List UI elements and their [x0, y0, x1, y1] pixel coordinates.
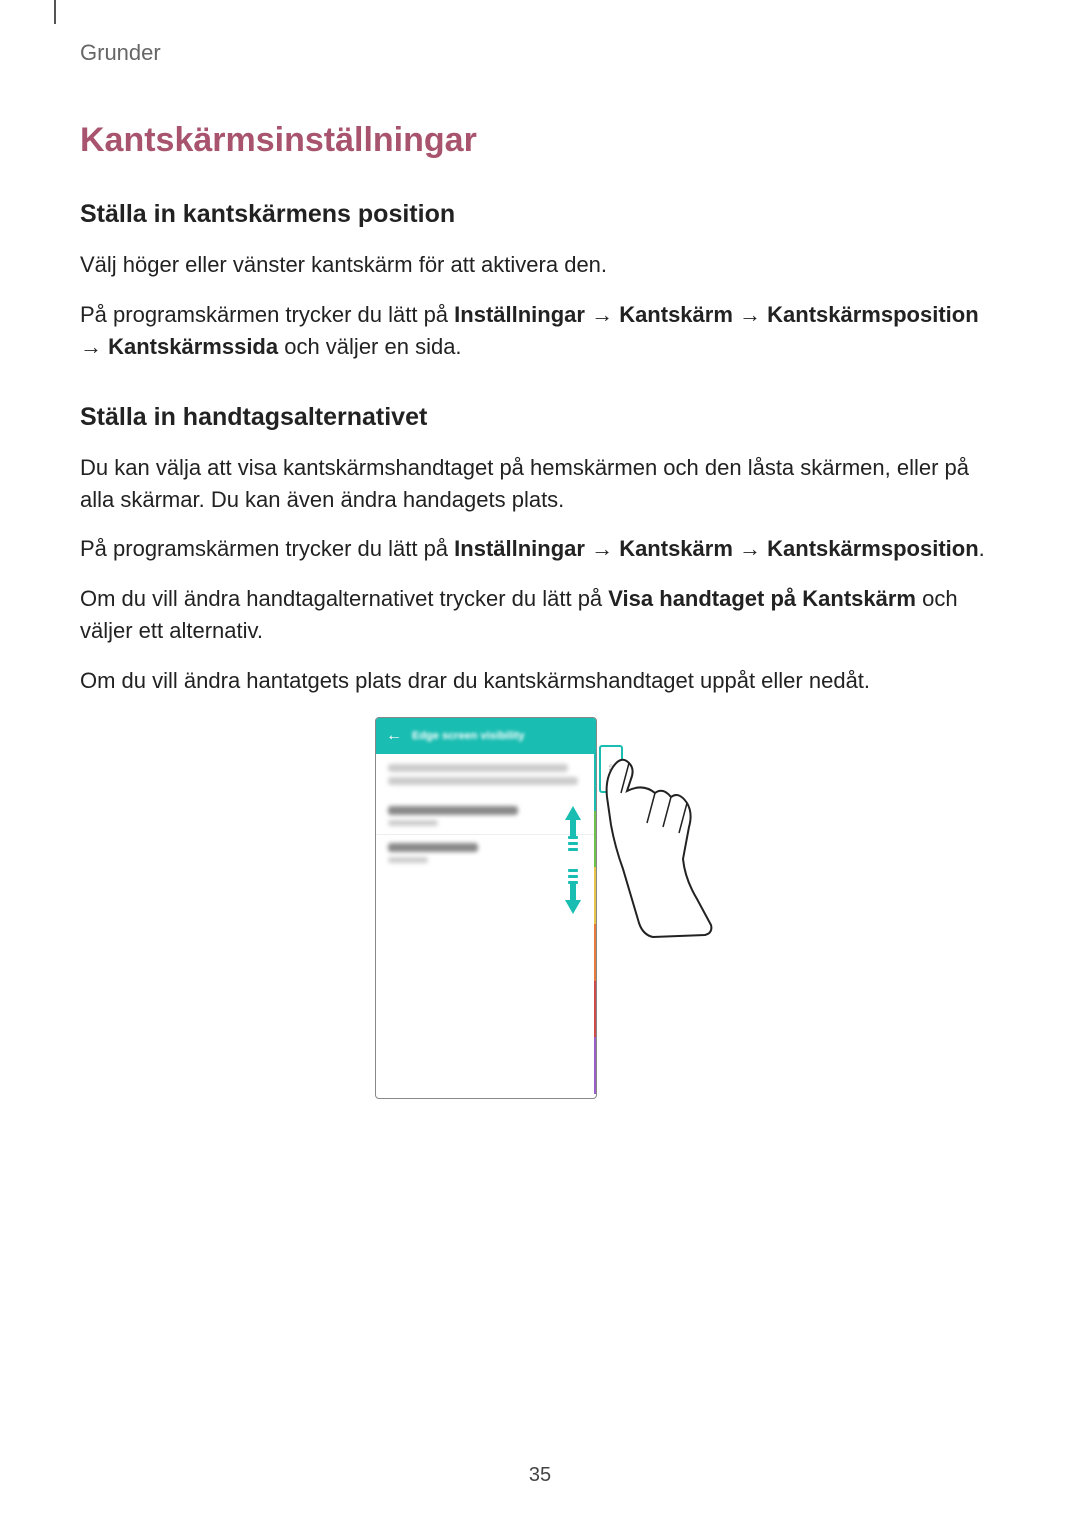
bold-kantskärmsposition: Kantskärmsposition [767, 302, 979, 327]
phone-illustration: ← Edge screen visibility [375, 717, 597, 1099]
bold-kantskärmsposition-2: Kantskärmsposition [767, 536, 979, 561]
bold-inställningar: Inställningar [454, 302, 585, 327]
figure: ← Edge screen visibility [375, 717, 705, 1117]
arrow-3: → [80, 334, 108, 359]
bold-kantskärm: Kantskärm [619, 302, 733, 327]
section1-p2: På programskärmen trycker du lätt på Ins… [80, 299, 1000, 363]
phone-header: ← Edge screen visibility [376, 718, 596, 754]
section1-heading: Ställa in kantskärmens position [80, 200, 1000, 229]
arrow-stem [570, 820, 576, 836]
section2-p1: Du kan välja att visa kantskärmshandtage… [80, 452, 1000, 516]
back-arrow-icon: ← [386, 727, 402, 745]
section2-heading: Ställa in handtagsalternativet [80, 403, 1000, 432]
page-number: 35 [0, 1464, 1080, 1487]
blurred-text-line [388, 857, 428, 863]
bold-kantskärm-2: Kantskärm [619, 536, 733, 561]
bold-visa-handtaget: Visa handtaget på Kantskärm [608, 586, 916, 611]
figure-container: ← Edge screen visibility [80, 717, 1000, 1122]
arrow-4: → [585, 536, 619, 561]
text-fragment: På programskärmen trycker du lätt på [80, 536, 454, 561]
phone-body [376, 754, 596, 878]
drag-grip [564, 869, 582, 884]
blurred-text-line [388, 806, 518, 815]
drag-indicator [564, 806, 582, 916]
text-fragment: . [979, 536, 985, 561]
arrow-stem [570, 884, 576, 900]
blurred-text-line [388, 820, 438, 826]
phone-header-title: Edge screen visibility [412, 730, 525, 742]
text-fragment: På programskärmen trycker du lätt på [80, 302, 454, 327]
text-fragment: Om du vill ändra handtagalternativet try… [80, 586, 608, 611]
section2-p3: Om du vill ändra handtagalternativet try… [80, 583, 1000, 647]
bold-inställningar-2: Inställningar [454, 536, 585, 561]
page-content: Grunder Kantskärmsinställningar Ställa i… [0, 0, 1080, 1122]
page-tab-mark [54, 0, 56, 24]
arrow-up-icon [565, 806, 581, 820]
section1-p1: Välj höger eller vänster kantskärm för a… [80, 249, 1000, 281]
drag-grip [564, 836, 582, 851]
text-fragment: och väljer en sida. [278, 334, 461, 359]
hand-icon [593, 749, 723, 939]
arrow-5: → [733, 536, 767, 561]
bold-kantskärmssida: Kantskärmssida [108, 334, 278, 359]
page-title: Kantskärmsinställningar [80, 121, 1000, 160]
section2-p2: På programskärmen trycker du lätt på Ins… [80, 533, 1000, 565]
arrow-2: → [733, 302, 767, 327]
section2-p4: Om du vill ändra hantatgets plats drar d… [80, 665, 1000, 697]
blurred-text-line [388, 777, 578, 785]
chapter-label: Grunder [80, 40, 1000, 66]
divider [376, 834, 596, 835]
blurred-text-line [388, 764, 568, 772]
arrow-down-icon [565, 900, 581, 914]
blurred-text-line [388, 843, 478, 852]
arrow-1: → [585, 302, 619, 327]
